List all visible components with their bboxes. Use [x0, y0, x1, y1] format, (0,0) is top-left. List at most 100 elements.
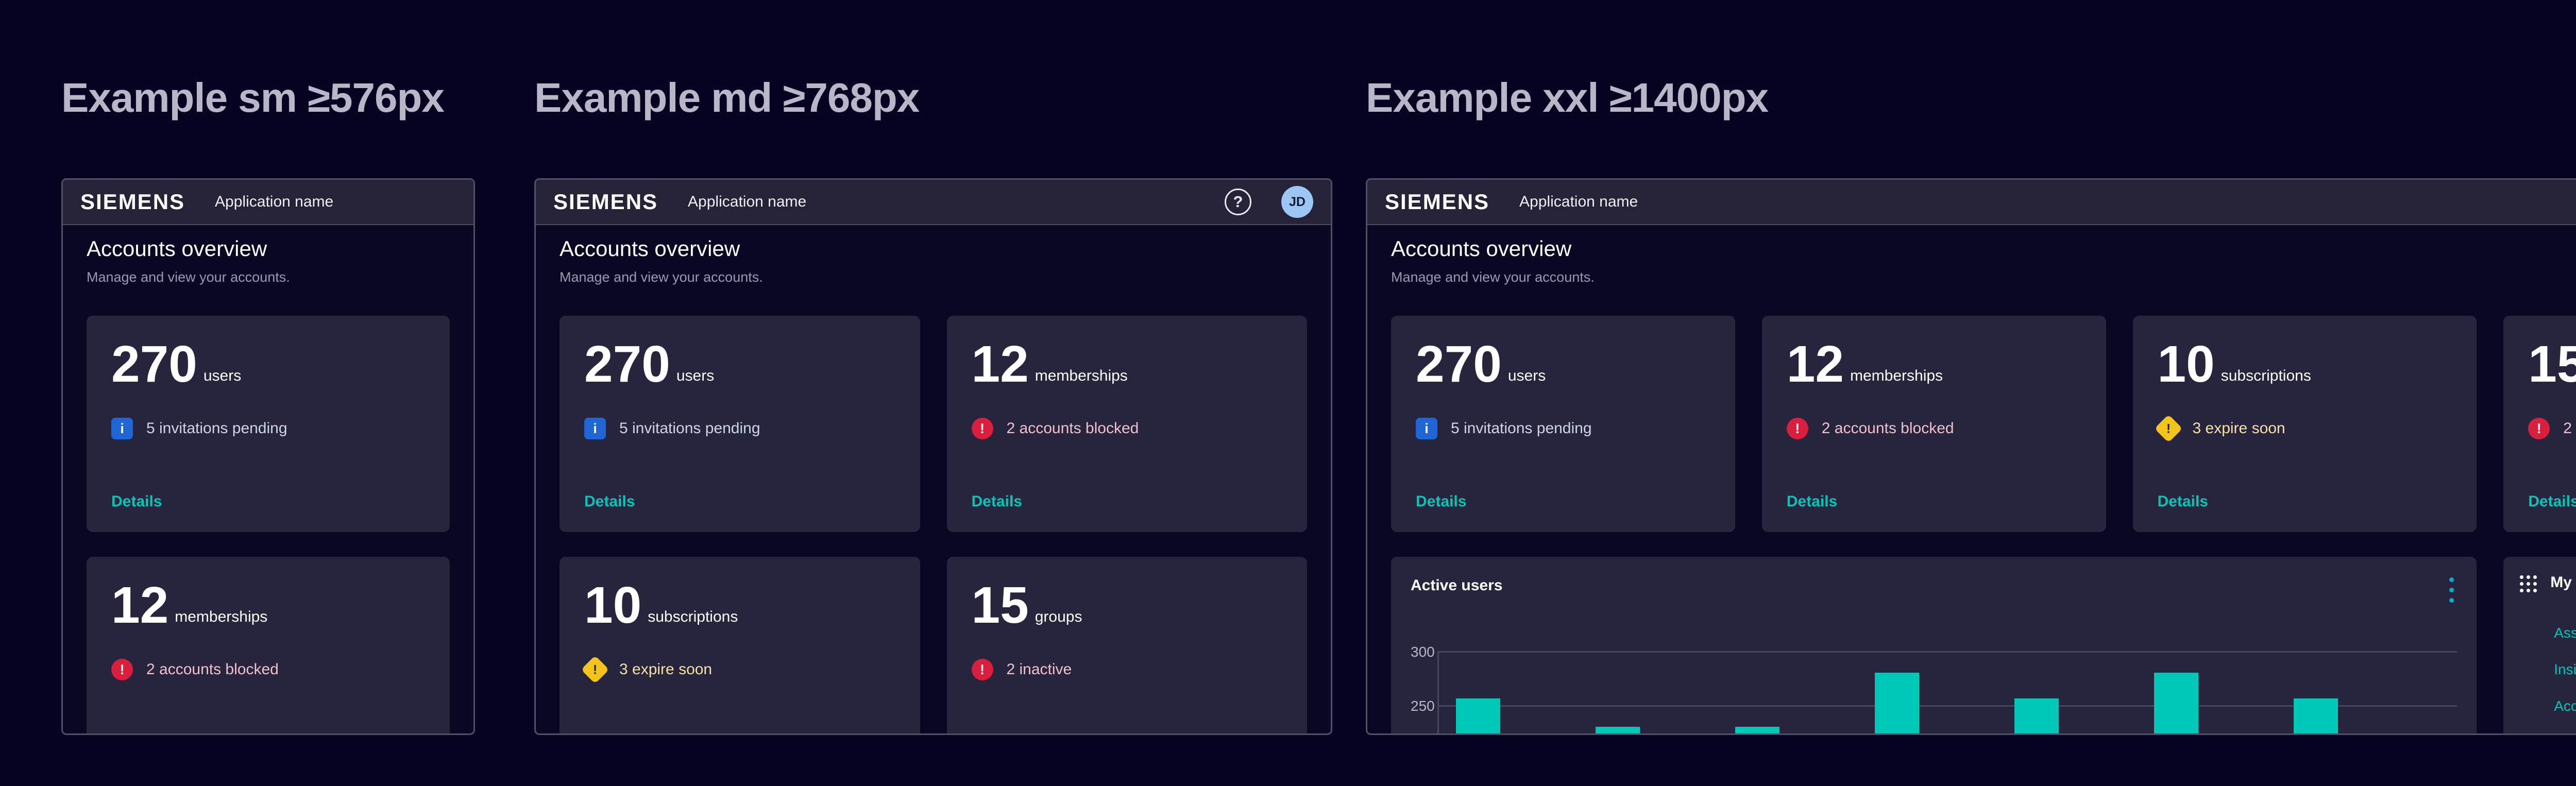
groups-status: 2 inactive — [1007, 661, 1072, 678]
subscriptions-count: 10 — [2158, 339, 2215, 389]
subscriptions-label: subscriptions — [2221, 367, 2311, 389]
info-icon: i — [111, 418, 133, 439]
example-md: Example md ≥768px SIEMENS Application na… — [534, 72, 1332, 735]
page-content: Accounts overview Manage and view your a… — [1367, 225, 2576, 733]
stat-card-users: 270 users i 5 invitations pending Detail… — [1391, 316, 1735, 532]
memberships-count: 12 — [1787, 339, 1844, 389]
chart-bar — [1875, 673, 1919, 733]
status-row: ! 2 accounts blocked — [111, 659, 425, 680]
list-item: Assets flow› — [2554, 624, 2576, 642]
help-icon[interactable]: ? — [1225, 189, 1251, 215]
page-title: Accounts overview — [560, 236, 1307, 262]
app-link-access-key[interactable]: Access key› — [2554, 698, 2576, 714]
app-window-sm: SIEMENS Application name Accounts overvi… — [61, 178, 475, 735]
users-label: users — [204, 367, 241, 389]
example-sm-title: Example sm ≥576px — [61, 72, 475, 124]
status-row: ! 2 accounts blocked — [1787, 418, 2081, 439]
status-row: i 5 invitations pending — [111, 418, 425, 439]
users-status: 5 invitations pending — [619, 420, 760, 437]
stat: 12 memberships — [972, 339, 1283, 389]
stat-card-subscriptions: 10 subscriptions ! 3 expire soon Details — [560, 557, 920, 733]
users-count: 270 — [584, 339, 670, 389]
card-grid: 270 users i 5 invitations pending Detail… — [560, 316, 1307, 733]
app-link-assets-flow[interactable]: Assets flow› — [2554, 625, 2576, 641]
app-name: Application name — [688, 193, 806, 211]
subscriptions-count: 10 — [584, 580, 641, 630]
warning-icon: ! — [581, 656, 609, 684]
example-sm: Example sm ≥576px SIEMENS Application na… — [61, 72, 475, 735]
chart-title: Active users — [1411, 575, 1502, 596]
page-subtitle: Manage and view your accounts. — [1391, 269, 2576, 285]
page-title: Accounts overview — [87, 236, 450, 262]
chart-bar — [1735, 727, 1780, 733]
groups-count: 15 — [972, 580, 1029, 630]
stat-card-users: 270 users i 5 invitations pending Detail… — [560, 316, 920, 532]
app-window-xxl: SIEMENS Application name ? JD Accounts o… — [1366, 178, 2576, 735]
stat-card-users: 270 users i 5 invitations pending Detail… — [87, 316, 450, 532]
chart-bar — [1456, 698, 1500, 733]
stat: 270 users — [1416, 339, 1710, 389]
memberships-count: 12 — [111, 580, 168, 630]
stat-card-memberships: 12 memberships ! 2 accounts blocked Deta… — [1762, 316, 2106, 532]
users-count: 270 — [111, 339, 197, 389]
page-content: Accounts overview Manage and view your a… — [536, 225, 1331, 733]
my-apps-card: My apps Assets flow› Insights› Access ke… — [2503, 557, 2576, 733]
memberships-count: 12 — [972, 339, 1029, 389]
list-item: Access key› — [2554, 697, 2576, 715]
app-link-insights[interactable]: Insights› — [2554, 661, 2576, 677]
memberships-status: 2 accounts blocked — [146, 661, 279, 678]
status-row: ! 2 inactive — [972, 659, 1283, 680]
status-row: ! 2 accounts blocked — [972, 418, 1283, 439]
memberships-status: 2 accounts blocked — [1822, 420, 1954, 437]
example-xxl: Example xxl ≥1400px SIEMENS Application … — [1366, 72, 2576, 735]
info-icon: i — [1416, 418, 1437, 439]
y-axis-line — [1437, 651, 1439, 733]
users-label: users — [676, 367, 714, 389]
stat: 12 memberships — [111, 580, 425, 630]
siemens-logo: SIEMENS — [80, 190, 185, 214]
stat-card-memberships: 12 memberships ! 2 accounts blocked Deta… — [947, 316, 1308, 532]
example-xxl-title: Example xxl ≥1400px — [1366, 72, 2576, 124]
stat-card-memberships: 12 memberships ! 2 accounts blocked Deta… — [87, 557, 450, 733]
chart-bar — [2014, 698, 2059, 733]
details-link[interactable]: Details — [584, 493, 895, 510]
kebab-menu-icon[interactable] — [2446, 575, 2457, 605]
app-header: SIEMENS Application name ? JD — [1367, 180, 2576, 225]
app-header: SIEMENS Application name — [63, 180, 473, 225]
details-link[interactable]: Details — [972, 493, 1283, 510]
chart-card-header: Active users — [1411, 575, 2457, 605]
info-icon: i — [584, 418, 606, 439]
details-link[interactable]: Details — [1787, 493, 2081, 510]
details-link[interactable]: Details — [2158, 493, 2452, 510]
warning-icon: ! — [2154, 415, 2182, 443]
page-content: Accounts overview Manage and view your a… — [63, 225, 473, 733]
avatar[interactable]: JD — [1281, 186, 1313, 218]
details-link[interactable]: Details — [111, 493, 425, 510]
groups-label: groups — [1035, 608, 1082, 630]
chart-bar — [1596, 727, 1640, 733]
page-title: Accounts overview — [1391, 236, 2576, 262]
apps-grid-icon — [2520, 572, 2537, 592]
app-header: SIEMENS Application name ? JD — [536, 180, 1331, 225]
stat: 10 subscriptions — [584, 580, 895, 630]
error-icon: ! — [972, 418, 993, 439]
subscriptions-label: subscriptions — [648, 608, 738, 630]
example-md-title: Example md ≥768px — [534, 72, 1332, 124]
card-grid: 270 users i 5 invitations pending Detail… — [87, 316, 450, 733]
details-link[interactable]: Details — [1416, 493, 1710, 510]
stat-card-groups: 15 groups ! 2 inactive Details — [947, 557, 1308, 733]
stat-card-subscriptions: 10 subscriptions ! 3 expire soon Details — [2133, 316, 2477, 532]
groups-status: 2 inactive — [2563, 420, 2576, 437]
stat: 15 groups — [972, 580, 1283, 630]
users-count: 270 — [1416, 339, 1502, 389]
siemens-logo: SIEMENS — [1385, 190, 1489, 214]
groups-count: 15 — [2528, 339, 2576, 389]
stat: 12 memberships — [1787, 339, 2081, 389]
app-name: Application name — [215, 193, 333, 211]
details-link[interactable]: Details — [2528, 493, 2576, 510]
error-icon: ! — [2528, 418, 2550, 439]
active-users-chart-card: Active users 300250 — [1391, 557, 2477, 733]
memberships-status: 2 accounts blocked — [1007, 420, 1139, 437]
card-grid: 270 users i 5 invitations pending Detail… — [1391, 316, 2576, 733]
apps-list: Assets flow› Insights› Access key› Asset… — [2554, 624, 2576, 733]
